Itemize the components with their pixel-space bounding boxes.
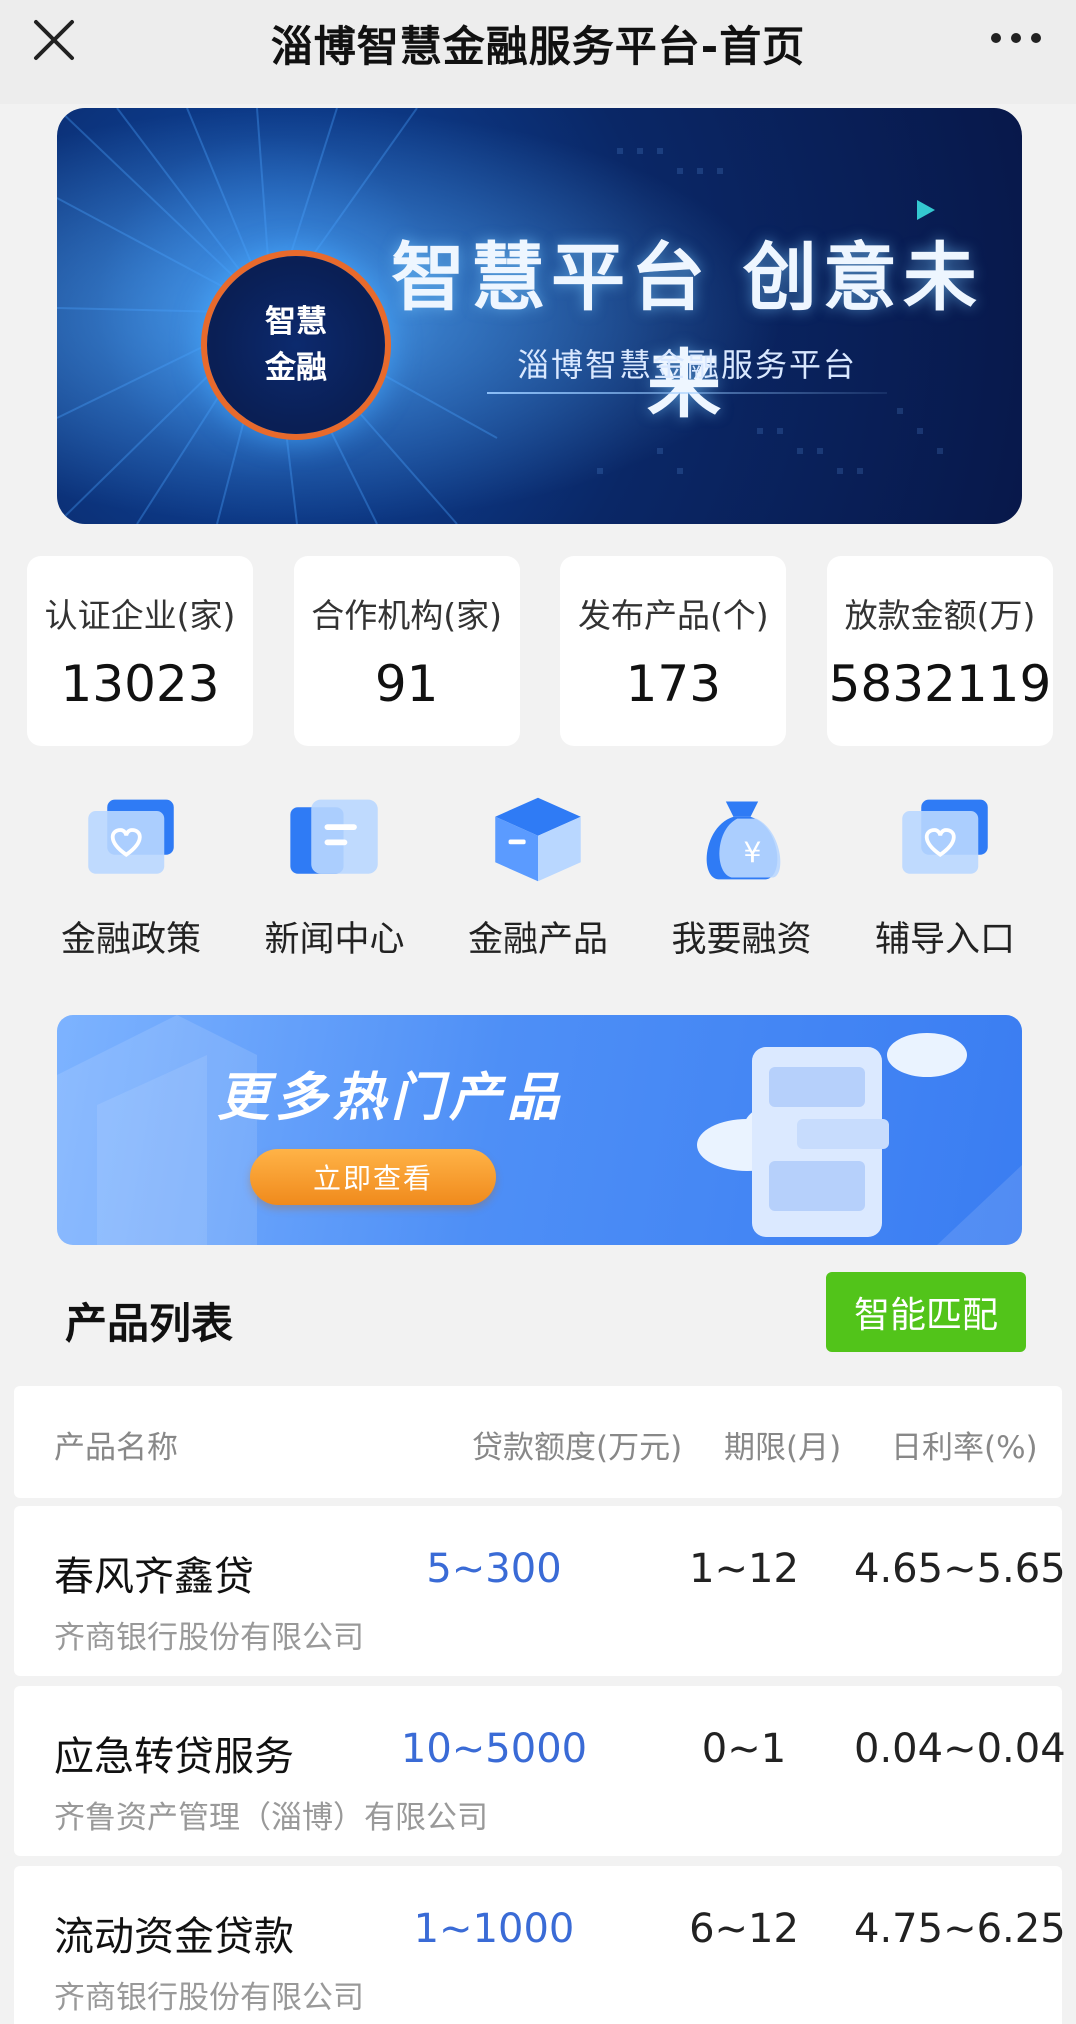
nav-finance-products[interactable]: 金融产品 [443, 792, 633, 962]
stat-value: 91 [374, 655, 439, 713]
close-icon[interactable] [30, 16, 78, 64]
box-icon [495, 797, 581, 882]
view-now-button[interactable]: 立即查看 [250, 1149, 496, 1205]
quick-nav: 金融政策 新闻中心 金融产品 ¥ 我要融资 辅导入口 [36, 792, 1040, 962]
product-list-title: 产品列表 [65, 1299, 234, 1348]
product-org: 齐鲁资产管理（淄博）有限公司 [54, 1800, 488, 1836]
nav-apply-financing[interactable]: ¥ 我要融资 [647, 792, 837, 962]
daily-rate: 0.04~0.04 [854, 1726, 1066, 1772]
heart-card-icon [902, 799, 988, 874]
stat-label: 发布产品(个) [577, 596, 769, 635]
badge-line-1: 智慧 [265, 304, 327, 340]
loan-amount: 5~300 [426, 1546, 562, 1592]
nav-finance-policy[interactable]: 金融政策 [36, 792, 226, 962]
hero-banner[interactable]: 智慧 金融 智慧平台 创意未来 淄博智慧金融服务平台 [57, 108, 1022, 524]
table-row[interactable]: 流动资金贷款 齐商银行股份有限公司 1~1000 6~12 4.75~6.25 [14, 1866, 1066, 2024]
nav-label: 新闻中心 [264, 920, 405, 960]
play-triangle-icon [917, 200, 935, 220]
top-bar: 淄博智慧金融服务平台-首页 [0, 0, 1076, 104]
product-org: 齐商银行股份有限公司 [54, 1620, 364, 1656]
stat-label: 合作机构(家) [311, 596, 503, 635]
promo-title: 更多热门产品 [217, 1068, 566, 1128]
nav-label: 金融政策 [60, 920, 201, 960]
column-header-daily-rate: 日利率(%) [891, 1430, 1038, 1466]
promo-background-art [57, 1015, 1022, 1245]
badge-line-2: 金融 [265, 350, 327, 386]
heart-card-icon [88, 799, 174, 874]
page-title: 淄博智慧金融服务平台-首页 [270, 21, 806, 71]
stat-label: 放款金额(万) [844, 596, 1036, 635]
smart-match-button[interactable]: 智能匹配 [826, 1272, 1026, 1352]
loan-term: 0~1 [701, 1726, 787, 1772]
nav-label: 金融产品 [467, 920, 608, 960]
column-header-product-name: 产品名称 [54, 1430, 178, 1466]
stat-certified-enterprises: 认证企业(家) 13023 [27, 556, 253, 746]
more-options-icon[interactable] [986, 18, 1046, 58]
table-row[interactable]: 春风齐鑫贷 齐商银行股份有限公司 5~300 1~12 4.65~5.65 [14, 1506, 1066, 1676]
stat-partner-institutions: 合作机构(家) 91 [293, 556, 520, 746]
stat-published-products: 发布产品(个) 173 [560, 556, 787, 746]
daily-rate: 4.65~5.65 [854, 1546, 1066, 1592]
hero-subtitle: 淄博智慧金融服务平台 [516, 346, 857, 384]
product-name: 春风齐鑫贷 [54, 1554, 254, 1600]
column-header-term: 期限(月) [724, 1430, 842, 1466]
nav-label: 辅导入口 [874, 920, 1015, 960]
daily-rate: 4.75~6.25 [854, 1906, 1066, 1952]
nav-news-center[interactable]: 新闻中心 [240, 792, 430, 962]
loan-amount: 1~1000 [413, 1906, 575, 1952]
money-bag-icon: ¥ [706, 801, 780, 880]
stat-label: 认证企业(家) [44, 596, 236, 635]
nav-guidance-entry[interactable]: 辅导入口 [850, 792, 1040, 962]
loan-amount: 10~5000 [400, 1726, 588, 1772]
product-name: 流动资金贷款 [54, 1914, 294, 1960]
stat-value: 5832119 [828, 655, 1052, 713]
svg-text:¥: ¥ [743, 836, 761, 869]
stat-value: 173 [625, 655, 722, 713]
hot-products-banner[interactable]: 更多热门产品 立即查看 [57, 1015, 1022, 1245]
hero-slogan: 智慧平台 创意未来 [391, 235, 983, 428]
loan-term: 1~12 [689, 1546, 799, 1592]
table-row[interactable]: 应急转贷服务 齐鲁资产管理（淄博）有限公司 10~5000 0~1 0.04~0… [14, 1686, 1066, 1856]
product-list-header: 产品列表 智能匹配 [0, 1270, 1076, 1360]
stat-loan-amount: 放款金额(万) 5832119 [826, 556, 1053, 746]
stats-row: 认证企业(家) 13023 合作机构(家) 91 发布产品(个) 173 放款金… [27, 556, 1053, 746]
product-org: 齐商银行股份有限公司 [54, 1980, 364, 2016]
news-card-icon [289, 799, 378, 874]
loan-term: 6~12 [689, 1906, 799, 1952]
hero-divider [487, 392, 887, 394]
product-table-header: 产品名称 贷款额度(万元) 期限(月) 日利率(%) [14, 1386, 1062, 1498]
nav-label: 我要融资 [671, 920, 812, 960]
product-name: 应急转贷服务 [54, 1734, 294, 1780]
stat-value: 13023 [60, 655, 220, 713]
column-header-loan-amount: 贷款额度(万元) [472, 1430, 683, 1466]
